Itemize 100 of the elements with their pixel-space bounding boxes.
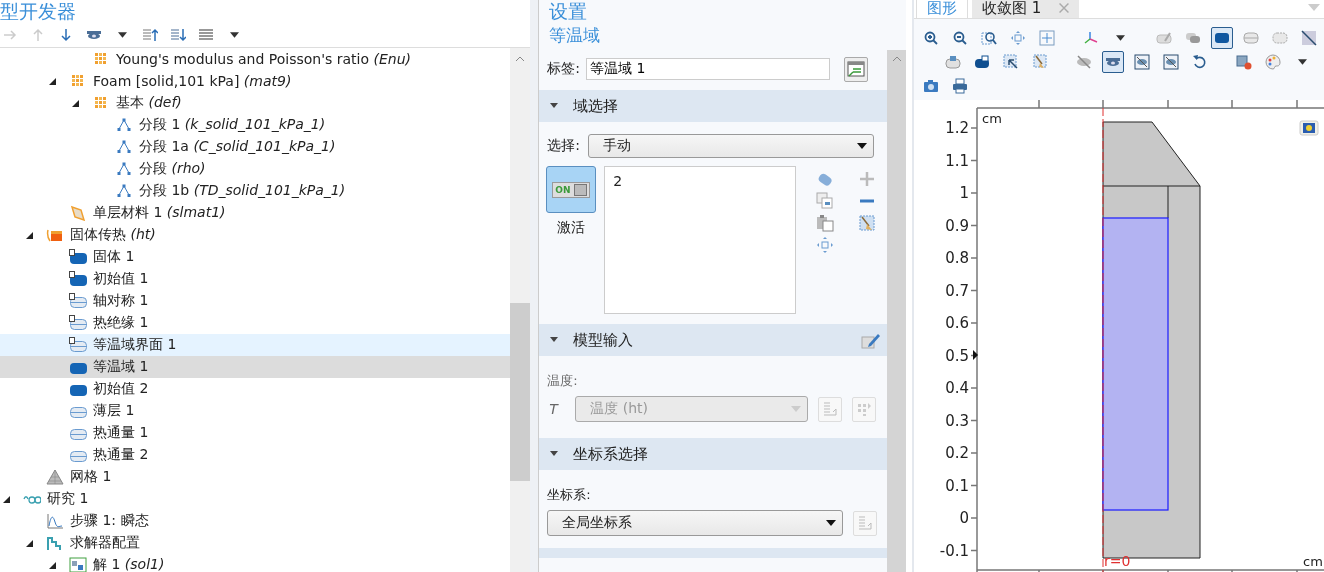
tree-item[interactable]: 等温域 1 bbox=[0, 356, 511, 378]
section-header[interactable]: 域选择 bbox=[539, 90, 887, 122]
field-label: 选择: bbox=[547, 137, 580, 155]
tree-item[interactable]: 等温域界面 1 bbox=[0, 334, 511, 356]
step-icon bbox=[46, 513, 64, 529]
paste-icon[interactable] bbox=[816, 214, 835, 232]
solver-icon bbox=[46, 535, 64, 551]
tree-item[interactable]: 薄层 1 bbox=[0, 400, 511, 422]
close-icon[interactable] bbox=[1059, 3, 1070, 13]
geometry-plot[interactable]: 1.2 1.1 1 0.9 0.8 0.7 0.6 0.5 0.4 0.3 0.2 0.1 0 -0.1 cm r=0 cm bbox=[914, 100, 1324, 572]
field-label: 温度: bbox=[546, 372, 579, 390]
broom-icon[interactable] bbox=[858, 214, 877, 232]
caret-icon bbox=[826, 520, 837, 526]
tree-item[interactable]: 热通量 2 bbox=[0, 444, 511, 466]
undo-icon bbox=[1192, 54, 1208, 70]
tree-item[interactable]: 研究 1 bbox=[0, 488, 511, 510]
palette-icon bbox=[1265, 54, 1281, 70]
comment-icon bbox=[846, 60, 865, 78]
zoom-out-icon bbox=[952, 30, 968, 46]
tooltip-button[interactable] bbox=[843, 56, 868, 82]
tree-item[interactable]: 固体 1 bbox=[0, 246, 511, 268]
copy-icon[interactable] bbox=[816, 192, 835, 210]
toolbar-button[interactable] bbox=[1211, 27, 1233, 49]
tick-label: 0.5 bbox=[945, 346, 969, 365]
caret-icon bbox=[1115, 35, 1125, 41]
caret-icon bbox=[856, 143, 867, 149]
expand-arrow-icon[interactable] bbox=[25, 230, 34, 240]
feature-title: 等温域 bbox=[548, 24, 602, 47]
move-icon[interactable] bbox=[816, 236, 835, 254]
tree-item[interactable]: Foam [solid,101 kPa] (mat9) bbox=[0, 70, 511, 92]
scroll-up-icon[interactable] bbox=[891, 56, 902, 62]
boundary-icon bbox=[1243, 30, 1259, 46]
select-box-icon bbox=[1003, 54, 1019, 70]
tree-item[interactable]: 单层材料 1 (slmat1) bbox=[0, 202, 511, 224]
tree-item[interactable]: 基本 (def) bbox=[0, 92, 511, 114]
expand-arrow-icon[interactable] bbox=[48, 76, 57, 86]
expand-arrow-icon[interactable] bbox=[48, 560, 57, 570]
tree-item[interactable]: 求解器配置 bbox=[0, 532, 511, 554]
label-field[interactable]: 等温域 1 bbox=[585, 58, 830, 80]
layer-icon bbox=[69, 205, 87, 221]
scroll-up-icon[interactable] bbox=[515, 56, 526, 62]
scrollbar[interactable] bbox=[510, 48, 531, 572]
tree-item[interactable]: 分段 1b (TD_solid_101_kPa_1) bbox=[0, 180, 511, 202]
tick-label: 0.1 bbox=[945, 476, 969, 495]
tab[interactable]: 图形 bbox=[916, 0, 968, 18]
tick-label: 0 bbox=[959, 509, 969, 527]
list-icon bbox=[198, 26, 214, 43]
plus-icon[interactable] bbox=[858, 170, 877, 188]
pill-icon bbox=[974, 54, 990, 70]
tree-item[interactable]: 轴对称 1 bbox=[0, 290, 511, 312]
tick-label: -0.1 bbox=[939, 541, 969, 560]
field-label: 坐标系: bbox=[546, 486, 592, 504]
view-icon[interactable] bbox=[1299, 120, 1319, 136]
tree-item[interactable]: 分段 1a (C_solid_101_kPa_1) bbox=[0, 136, 511, 158]
toolbar-button[interactable] bbox=[1102, 51, 1124, 73]
tree-item[interactable]: 解 1 (sol1) bbox=[0, 554, 511, 572]
tree-item[interactable]: Young's modulus and Poisson's ratio (Enu) bbox=[0, 48, 511, 70]
tick-label: 1 bbox=[959, 184, 969, 202]
dashed-pill-icon bbox=[1272, 30, 1288, 46]
move-icon bbox=[1010, 30, 1026, 46]
list-up-icon bbox=[142, 26, 158, 43]
zoom-in-icon bbox=[923, 30, 939, 46]
selection-dropdown[interactable]: 手动 bbox=[587, 134, 874, 158]
function-icon bbox=[115, 117, 133, 133]
tick-label: 0.9 bbox=[945, 216, 969, 235]
tree-item[interactable]: 网格 1 bbox=[0, 466, 511, 488]
tree-item[interactable]: 分段 1 (k_solid_101_kPa_1) bbox=[0, 114, 511, 136]
function-icon bbox=[115, 161, 133, 177]
cube-icon bbox=[1236, 54, 1252, 70]
eye-box-icon bbox=[1163, 54, 1179, 70]
expand-arrow-icon[interactable] bbox=[71, 98, 80, 108]
axes-icon bbox=[1083, 30, 1099, 46]
tree-item[interactable]: 热绝缘 1 bbox=[0, 312, 511, 334]
switch-drawing: ON bbox=[552, 181, 591, 198]
collapse-arrow-icon bbox=[549, 450, 560, 458]
mesh-icon bbox=[46, 469, 64, 485]
collapse-arrow-icon bbox=[549, 102, 560, 110]
tab[interactable]: 收敛图 1 bbox=[972, 0, 1080, 18]
expand-arrow-icon[interactable] bbox=[2, 494, 11, 504]
tree-item[interactable]: 步骤 1: 瞬态 bbox=[0, 510, 511, 532]
tree-item[interactable]: 固体传热 (ht) bbox=[0, 224, 511, 246]
section-header[interactable]: 坐标系选择 bbox=[539, 438, 887, 470]
go-to-icon bbox=[857, 515, 874, 531]
function-icon bbox=[115, 139, 133, 155]
toggle-caption: 激活 bbox=[557, 219, 586, 237]
grid-icon bbox=[856, 401, 873, 417]
expand-arrow-icon[interactable] bbox=[25, 538, 34, 548]
tree-item[interactable]: 初始值 1 bbox=[0, 268, 511, 290]
scrollbar[interactable] bbox=[887, 50, 906, 572]
selection-list[interactable]: 2 bbox=[604, 166, 797, 314]
camera-icon bbox=[923, 78, 939, 94]
physics-icon bbox=[46, 227, 64, 243]
arrow-down-icon bbox=[58, 26, 74, 43]
panel-title: 型开发器 bbox=[0, 0, 77, 22]
list-entry[interactable]: 2 bbox=[613, 173, 788, 189]
tree-item[interactable]: 热通量 1 bbox=[0, 422, 511, 444]
coordinate-dropdown[interactable]: 全局坐标系 bbox=[547, 510, 844, 536]
tree-item[interactable]: 分段 (rho) bbox=[0, 158, 511, 180]
tree-item[interactable]: 初始值 2 bbox=[0, 378, 511, 400]
symbol-label: T bbox=[549, 401, 560, 417]
